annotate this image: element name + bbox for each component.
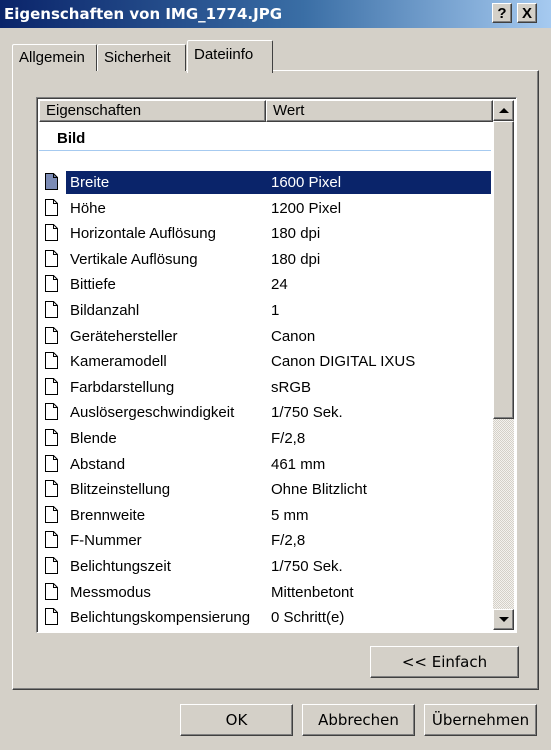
property-value: 1/750 Sek.	[271, 404, 343, 422]
document-icon	[45, 224, 58, 242]
list-item[interactable]: Bittiefe 24	[39, 272, 491, 298]
property-name: Messmodus	[70, 583, 151, 601]
document-icon	[45, 454, 58, 472]
property-value: 180 dpi	[271, 250, 321, 268]
list-item[interactable]: Auslösergeschwindigkeit 1/750 Sek.	[39, 400, 491, 426]
document-icon	[45, 403, 58, 421]
property-value: 1600 Pixel	[271, 174, 342, 191]
property-name: Belichtungszeit	[70, 557, 171, 575]
document-icon	[45, 377, 58, 395]
property-value: 1	[271, 301, 280, 319]
list-item[interactable]: Abstand 461 mm	[39, 452, 491, 478]
property-name: Bildanzahl	[70, 301, 140, 319]
tab-sicherheit[interactable]: Sicherheit	[97, 44, 186, 71]
property-value: 461 mm	[271, 455, 326, 473]
property-name: F-Nummer	[70, 532, 142, 550]
document-icon	[45, 556, 58, 574]
simple-view-button[interactable]: << Einfach	[370, 646, 519, 678]
property-value: 0 Schritt(e)	[271, 609, 345, 627]
property-value: 24	[271, 276, 288, 294]
document-icon	[45, 326, 58, 344]
property-name: Farbdarstellung	[70, 378, 175, 396]
apply-button[interactable]: Übernehmen	[424, 704, 537, 736]
property-value: Mittenbetont	[271, 583, 354, 601]
ok-button[interactable]: OK	[180, 704, 293, 736]
list-item[interactable]: Kameramodell Canon DIGITAL IXUS	[39, 349, 491, 375]
list-item[interactable]: Bildanzahl 1	[39, 298, 491, 324]
document-icon	[45, 275, 58, 293]
property-value: sRGB	[271, 378, 312, 396]
document-icon	[45, 173, 58, 190]
property-name: Belichtungskompensierung	[70, 609, 251, 627]
property-value: F/2,8	[271, 532, 306, 550]
close-button[interactable]: X	[517, 3, 537, 23]
column-header-eigenschaften[interactable]: Eigenschaften	[39, 100, 266, 122]
property-value: 180 dpi	[271, 225, 321, 243]
list-item[interactable]: Höhe 1200 Pixel	[39, 196, 491, 222]
arrow-down-icon	[499, 617, 509, 622]
property-value: 5 mm	[271, 506, 309, 524]
document-icon	[45, 505, 58, 523]
group-divider	[39, 150, 491, 151]
list-item[interactable]: Vertikale Auflösung 180 dpi	[39, 247, 491, 273]
document-icon	[45, 582, 58, 600]
property-value: Canon DIGITAL IXUS	[271, 353, 416, 371]
list-item[interactable]: Breite 1600 Pixel	[39, 170, 491, 196]
arrow-up-icon	[499, 108, 509, 113]
window-title: Eigenschaften von IMG_1774.JPG	[4, 5, 283, 23]
title-bar[interactable]: Eigenschaften von IMG_1774.JPG ? X	[0, 0, 551, 28]
group-header: Bild	[57, 130, 86, 147]
list-rows: Breite 1600 Pixel Höhe 1200 Pixel Horizontal…	[39, 170, 491, 631]
property-value: 1200 Pixel	[271, 199, 342, 217]
column-header-wert[interactable]: Wert	[266, 100, 493, 122]
list-item[interactable]: Blitzeinstellung Ohne Blitzlicht	[39, 477, 491, 503]
list-header: Eigenschaften Wert	[39, 100, 493, 122]
scroll-thumb[interactable]	[493, 121, 514, 419]
list-item[interactable]: Horizontale Auflösung 180 dpi	[39, 221, 491, 247]
document-icon	[45, 608, 58, 626]
scroll-up-button[interactable]	[493, 100, 514, 121]
document-icon	[45, 531, 58, 549]
document-icon	[45, 428, 58, 446]
list-item[interactable]: Belichtungskompensierung 0 Schritt(e)	[39, 605, 491, 631]
property-name: Horizontale Auflösung	[70, 225, 216, 243]
property-name: Breite	[70, 174, 110, 191]
properties-list[interactable]: Eigenschaften Wert Bild Breite 1600 Pixel…	[36, 97, 517, 633]
property-name: Brennweite	[70, 506, 146, 524]
property-value: Ohne Blitzlicht	[271, 481, 367, 499]
list-item[interactable]: Belichtungszeit 1/750 Sek.	[39, 554, 491, 580]
property-name: Auslösergeschwindigkeit	[70, 404, 235, 422]
property-value: Canon	[271, 327, 316, 345]
tab-dateiinfo[interactable]: Dateiinfo	[187, 40, 273, 73]
property-name: Gerätehersteller	[70, 327, 178, 345]
tab-allgemein[interactable]: Allgemein	[12, 44, 97, 71]
property-name: Bittiefe	[70, 276, 116, 294]
property-name: Blende	[70, 429, 117, 447]
list-item[interactable]: Gerätehersteller Canon	[39, 324, 491, 350]
document-icon	[45, 249, 58, 267]
list-item[interactable]: Blende F/2,8	[39, 426, 491, 452]
list-item[interactable]: F-Nummer F/2,8	[39, 528, 491, 554]
list-item[interactable]: Brennweite 5 mm	[39, 503, 491, 529]
property-value: 1/750 Sek.	[271, 557, 343, 575]
document-icon	[45, 198, 58, 216]
list-item[interactable]: Messmodus Mittenbetont	[39, 580, 491, 606]
property-name: Höhe	[70, 199, 106, 217]
property-name: Blitzeinstellung	[70, 481, 171, 499]
document-icon	[45, 352, 58, 370]
property-name: Abstand	[70, 455, 126, 473]
property-name: Vertikale Auflösung	[70, 250, 198, 268]
property-name: Kameramodell	[70, 353, 167, 371]
property-value: F/2,8	[271, 429, 306, 447]
cancel-button[interactable]: Abbrechen	[302, 704, 415, 736]
document-icon	[45, 300, 58, 318]
help-button[interactable]: ?	[492, 3, 512, 23]
document-icon	[45, 480, 58, 498]
scroll-down-button[interactable]	[493, 609, 514, 630]
list-item[interactable]: Farbdarstellung sRGB	[39, 375, 491, 401]
vertical-scrollbar[interactable]	[493, 100, 514, 630]
